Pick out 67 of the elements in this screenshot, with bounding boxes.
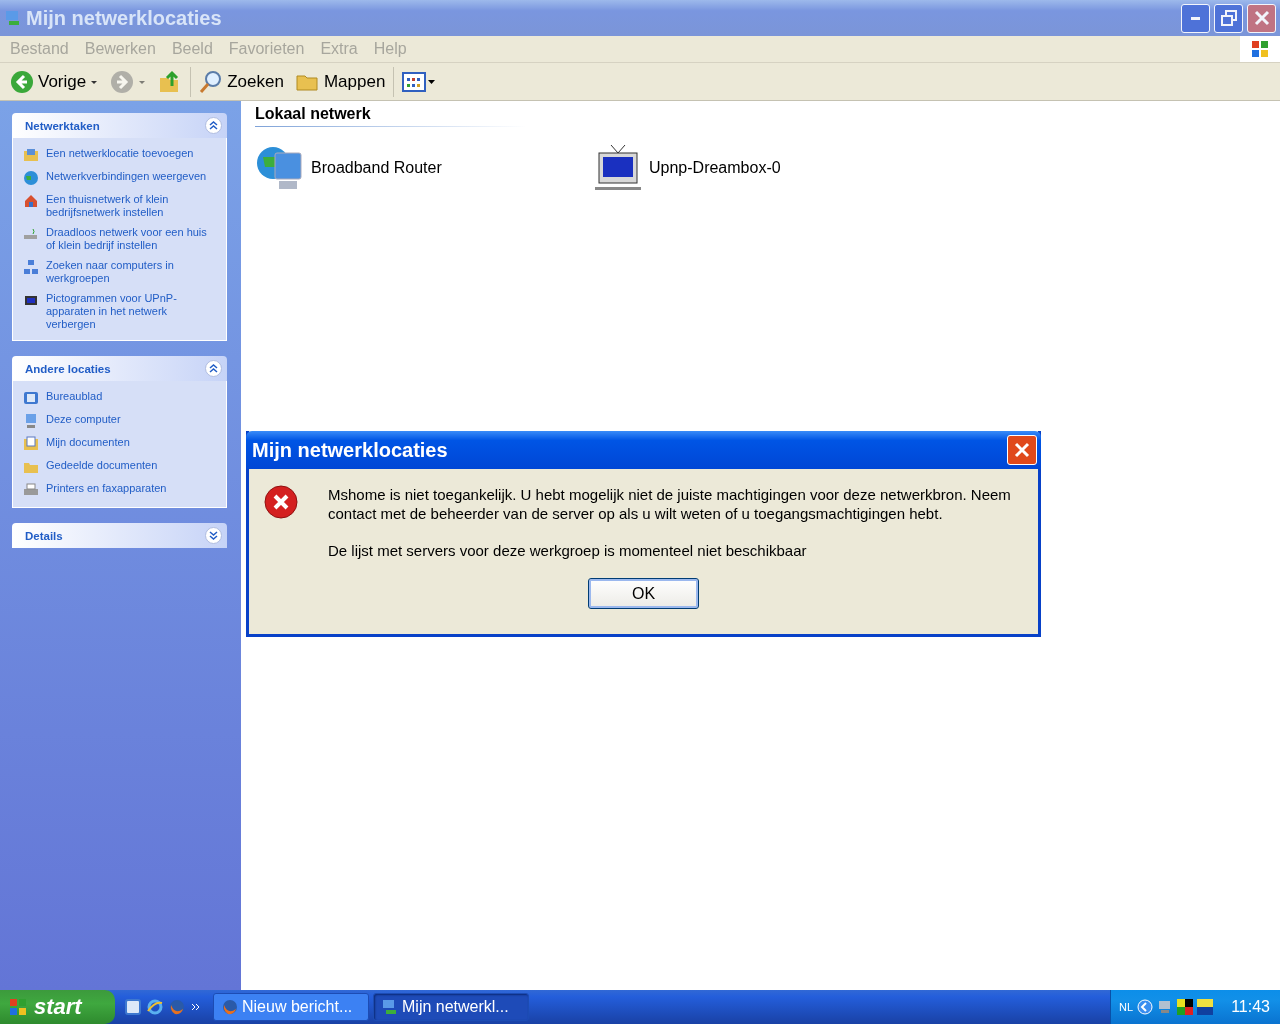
task-link[interactable]: Zoeken naar computers in werkgroepen <box>46 259 218 285</box>
windows-logo <box>1240 36 1280 62</box>
close-button[interactable] <box>1247 3 1276 33</box>
start-button[interactable]: start <box>0 990 115 1024</box>
task-link[interactable]: Netwerkverbindingen weergeven <box>46 170 207 183</box>
close-icon <box>1013 441 1031 459</box>
close-button[interactable] <box>1007 435 1037 465</box>
language-indicator[interactable]: NL <box>1119 1001 1134 1013</box>
desktop-icon[interactable] <box>125 999 141 1015</box>
task-link[interactable]: Printers en faxapparaten <box>46 482 167 495</box>
color-squares-icon[interactable] <box>1177 999 1194 1015</box>
error-message: Mshome is niet toegankelijk. U hebt mogelijk niet de juiste machtigingen voor deze netwerkbron. Neem contact met de beheerder van de server op als u wilt weten of u toegangsmachtigingen hebt. <box>328 485 1012 523</box>
search-button[interactable]: Zoeken <box>195 65 288 98</box>
views-icon <box>402 69 437 94</box>
search-icon <box>199 69 224 94</box>
task-link[interactable]: Draadloos netwerk voor een huis of klein bedrijf instellen <box>46 226 218 252</box>
taskbar-button[interactable]: Nieuw bericht... <box>213 993 369 1021</box>
folder-icon <box>23 147 39 163</box>
window-title: Mijn netwerklocaties <box>26 6 223 30</box>
double-chevron-up-icon <box>209 121 218 130</box>
device-label[interactable]: Broadband Router <box>311 159 442 177</box>
expand-button[interactable] <box>205 527 222 544</box>
network-icon <box>4 9 22 27</box>
taskbar-button[interactable]: Mijn netwerkl... <box>373 993 529 1021</box>
task-link[interactable]: Deze computer <box>46 413 121 426</box>
house-icon <box>23 193 39 209</box>
printer-icon <box>23 482 39 498</box>
network-icon <box>23 259 39 275</box>
panel-title: Netwerktaken <box>25 119 100 132</box>
double-chevron-up-icon <box>209 364 218 373</box>
double-chevron-down-icon <box>209 531 218 540</box>
documents-icon <box>23 436 39 452</box>
chevron-left-icon[interactable] <box>1137 999 1154 1015</box>
chevron-icon[interactable] <box>191 1002 201 1012</box>
panel-title: Details <box>25 529 63 542</box>
windows-logo <box>8 997 28 1017</box>
minimize-icon <box>1191 16 1200 20</box>
task-link[interactable]: Een netwerklocatie toevoegen <box>46 147 194 160</box>
collapse-button[interactable] <box>205 117 222 134</box>
error-message: De lijst met servers voor deze werkgroep is momenteel niet beschikbaar <box>328 541 808 560</box>
panel-title: Andere locaties <box>25 362 111 375</box>
group-title: Lokaal netwerk <box>255 105 525 127</box>
fox-globe-icon <box>222 999 238 1015</box>
network-icon <box>382 999 398 1015</box>
task-link[interactable]: Bureaublad <box>46 390 103 403</box>
task-link[interactable]: Pictogrammen voor UPnP-apparaten in het netwerk verbergen <box>46 292 218 331</box>
tv-icon <box>593 143 643 193</box>
restore-button[interactable] <box>1214 3 1243 33</box>
minimize-button[interactable] <box>1181 3 1210 33</box>
desktop-icon <box>23 390 39 406</box>
task-link[interactable]: Een thuisnetwerk of klein bedrijfsnetwerk instellen <box>46 193 218 219</box>
globe-icon <box>23 170 39 186</box>
ok-button[interactable]: OK <box>588 578 699 609</box>
computer-icon <box>23 413 39 429</box>
collapse-button[interactable] <box>205 360 222 377</box>
task-link[interactable]: Gedeelde documenten <box>46 459 158 472</box>
browser-icon[interactable] <box>147 999 163 1015</box>
clock: 11:43 <box>1231 998 1270 1016</box>
folders-button[interactable]: Mappen <box>291 65 390 98</box>
dialog-title: Mijn netwerklocaties <box>252 438 448 462</box>
restore-icon <box>1219 9 1238 27</box>
fox-globe-icon[interactable] <box>169 999 185 1015</box>
task-link[interactable]: Mijn documenten <box>46 436 130 449</box>
back-button[interactable]: Vorige <box>6 65 103 98</box>
close-icon <box>1252 9 1271 27</box>
device-label[interactable]: Upnp-Dreambox-0 <box>649 159 781 177</box>
error-icon <box>264 485 298 519</box>
